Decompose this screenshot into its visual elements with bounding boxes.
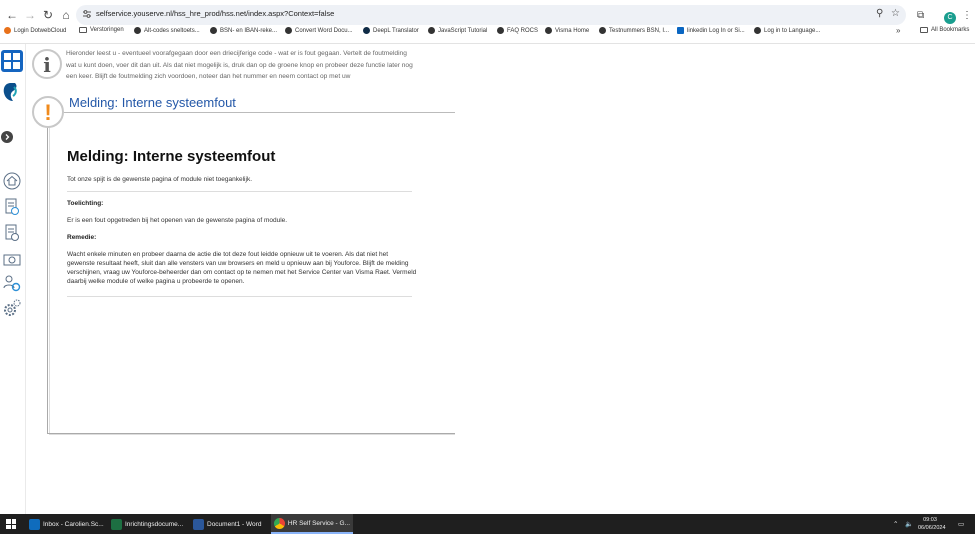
message-title: Melding: Interne systeemfout bbox=[67, 148, 276, 165]
toelichting-label: Toelichting: bbox=[67, 200, 104, 207]
clock[interactable]: 09:03 06/06/2024 bbox=[918, 516, 946, 532]
back-icon[interactable]: ← bbox=[4, 7, 20, 23]
main-content: i Hieronder leest u - eventueel voorafge… bbox=[28, 44, 975, 514]
site-info-icon[interactable] bbox=[82, 9, 92, 19]
home-icon[interactable]: ⌂ bbox=[58, 7, 74, 23]
divider bbox=[67, 296, 412, 297]
bookmark-item[interactable]: Verstoringen bbox=[79, 27, 124, 33]
page-title: Melding: Interne systeemfout bbox=[69, 95, 236, 110]
bookmark-favicon-icon bbox=[599, 27, 606, 34]
bookmark-favicon-icon bbox=[754, 27, 761, 34]
settings-gear-icon[interactable] bbox=[3, 299, 21, 317]
bookmark-favicon-icon bbox=[210, 27, 217, 34]
bookmark-item[interactable]: linkedin Log In or Si... bbox=[677, 27, 745, 34]
bookmark-item[interactable]: Alt-codes sneltoets... bbox=[134, 27, 200, 34]
forward-icon[interactable]: → bbox=[22, 7, 38, 23]
browser-toolbar: ← → ↻ ⌂ selfservice.youserve.nl/hss_hre_… bbox=[0, 0, 975, 44]
bookmark-item[interactable]: Login DotwebCloud bbox=[4, 27, 66, 34]
bookmark-item[interactable]: BSN- en IBAN-reke... bbox=[210, 27, 277, 34]
bookmark-item[interactable]: JavaScript Tutorial bbox=[428, 27, 487, 34]
bookmark-favicon-icon bbox=[497, 27, 504, 34]
documents-icon[interactable] bbox=[3, 198, 21, 216]
linkedin-icon bbox=[677, 27, 684, 34]
taskbar-app-outlook[interactable]: Inbox - Carolien.Sc... bbox=[26, 514, 107, 534]
extensions-icon[interactable]: ⧉ bbox=[917, 10, 924, 21]
heading-divider bbox=[64, 112, 455, 113]
outlook-icon bbox=[29, 518, 40, 530]
taskbar-app-excel[interactable]: Inrichtingsdocume... bbox=[108, 514, 186, 534]
reload-icon[interactable]: ↻ bbox=[40, 7, 56, 23]
document-check-icon[interactable] bbox=[3, 224, 21, 242]
apps-grid-icon[interactable] bbox=[1, 50, 23, 72]
taskbar: Inbox - Carolien.Sc... Inrichtingsdocume… bbox=[0, 514, 975, 534]
windows-start-icon[interactable] bbox=[6, 519, 16, 529]
taskbar-app-word[interactable]: Document1 - Word bbox=[190, 514, 264, 534]
bookmark-item[interactable]: DeepL Translator bbox=[363, 27, 419, 34]
info-icon: i bbox=[32, 49, 62, 79]
bookmark-item[interactable]: Convert Word Docu... bbox=[285, 27, 353, 34]
bookmark-star-icon[interactable]: ☆ bbox=[891, 8, 900, 19]
bookmark-item[interactable]: Visma Home bbox=[545, 27, 589, 34]
remedie-text: Wacht enkele minuten en probeer daarna d… bbox=[67, 251, 417, 285]
notifications-icon[interactable]: ▭ bbox=[958, 514, 964, 534]
bookmark-favicon-icon bbox=[134, 27, 141, 34]
app-sidebar bbox=[0, 44, 26, 514]
bookmark-favicon-icon bbox=[285, 27, 292, 34]
bookmark-item[interactable]: Log in to Language... bbox=[754, 27, 820, 34]
warning-icon: ! bbox=[32, 96, 64, 128]
money-icon[interactable] bbox=[3, 250, 21, 268]
bookmark-favicon-icon bbox=[545, 27, 552, 34]
all-bookmarks-button[interactable]: All Bookmarks bbox=[920, 27, 969, 33]
volume-icon[interactable]: 🔈 bbox=[905, 514, 913, 534]
remedie-label: Remedie: bbox=[67, 234, 97, 241]
divider bbox=[67, 191, 412, 192]
bookmarks-bar: Login DotwebCloud Verstoringen Alt-codes… bbox=[0, 26, 975, 40]
taskbar-app-chrome[interactable]: HR Self Service - G... bbox=[271, 514, 353, 534]
url-text[interactable]: selfservice.youserve.nl/hss_hre_prod/hss… bbox=[96, 9, 334, 18]
bookmark-favicon-icon bbox=[4, 27, 11, 34]
toelichting-text: Er is een fout opgetreden bij het openen… bbox=[67, 217, 288, 224]
user-settings-icon[interactable] bbox=[3, 274, 21, 292]
excel-icon bbox=[111, 518, 122, 530]
youforce-logo-icon[interactable] bbox=[2, 82, 20, 102]
chrome-icon bbox=[274, 517, 285, 529]
folder-icon bbox=[79, 27, 87, 33]
folder-icon bbox=[920, 27, 928, 33]
menu-icon[interactable]: ⋮ bbox=[962, 10, 972, 21]
zoom-icon[interactable]: ⚲ bbox=[876, 8, 883, 19]
bookmark-favicon-icon bbox=[428, 27, 435, 34]
address-row: ← → ↻ ⌂ selfservice.youserve.nl/hss_hre_… bbox=[0, 4, 975, 26]
bookmark-item[interactable]: FAQ ROCS bbox=[497, 27, 538, 34]
expand-sidebar-icon[interactable] bbox=[1, 131, 13, 143]
word-icon bbox=[193, 518, 204, 530]
home-nav-icon[interactable] bbox=[3, 172, 21, 190]
message-subtitle: Tot onze spijt is de gewenste pagina of … bbox=[67, 176, 253, 183]
address-bar[interactable]: selfservice.youserve.nl/hss_hre_prod/hss… bbox=[76, 5, 906, 25]
profile-avatar[interactable]: C bbox=[944, 12, 956, 24]
bookmark-item[interactable]: Testnummers BSN, I... bbox=[599, 27, 669, 34]
more-bookmarks-icon[interactable]: » bbox=[896, 26, 900, 35]
tray-chevron-icon[interactable]: ⌃ bbox=[893, 514, 898, 534]
intro-text: Hieronder leest u - eventueel voorafgega… bbox=[66, 50, 413, 80]
bookmark-favicon-icon bbox=[363, 27, 370, 34]
